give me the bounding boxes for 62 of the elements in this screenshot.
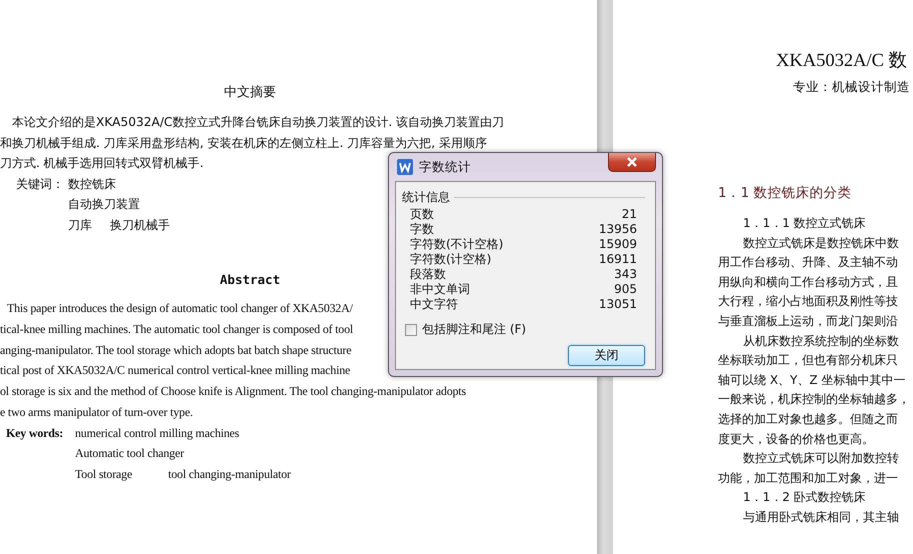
paragraph-line: e two arms manipulator of turn-over type.	[0, 404, 193, 421]
section-heading: 1．1．1 数控立式铣床	[742, 215, 866, 232]
app-icon	[397, 159, 413, 175]
dialog-title: 字数统计	[419, 158, 471, 176]
section-heading: 1．1．2 卧式数控铣床	[742, 489, 866, 506]
paragraph-line: 和换刀机械手组成. 刀库采用盘形结构, 安装在机床的左侧立柱上. 刀库容量为六把, 采用顺序	[0, 134, 487, 152]
stat-value: 15909	[598, 237, 637, 252]
paragraph-line: 本论文介绍的是XKA5032A/C数控立式升降台铣床自动换刀装置的设计. 该自动换刀装置由刀	[11, 114, 504, 131]
keywords-label: 关键词：	[16, 176, 65, 193]
stat-label: 字符数(不计空格)	[410, 237, 504, 252]
abstract-heading: Abstract	[220, 272, 280, 288]
stat-value: 13956	[598, 222, 637, 237]
paragraph-line: anging-manipulator. The tool storage which adopts bat batch shape structure	[0, 342, 352, 359]
keywords-label: Key words:	[6, 424, 64, 442]
keyword: 换刀机械手	[110, 216, 170, 234]
paragraph-line: 度更大，设备的价格也更高。	[718, 430, 874, 448]
checkbox-label: 包括脚注和尾注 (F)	[422, 322, 526, 337]
major-line: 专业：机械设计制造	[792, 78, 910, 96]
stat-label: 中文字符	[410, 297, 458, 312]
paragraph-line: 与垂直溜板上运动，而龙门架则沿	[718, 312, 898, 330]
checkbox[interactable]	[405, 324, 417, 336]
paragraph-line: 数控立式铣床可以附加数控转	[742, 450, 899, 468]
close-button[interactable]	[608, 153, 656, 172]
section-heading: 1．1 数控铣床的分类	[718, 184, 852, 203]
close-dialog-button[interactable]: 关闭	[568, 345, 645, 366]
paragraph-line: ol storage is six and the method of Choose knife is Alignment. The tool changing-manipulator adopts	[0, 383, 466, 400]
keyword: 数控铣床	[68, 176, 116, 193]
paragraph-line: 功能，加工范围和加工对象，进一	[718, 470, 898, 487]
paragraph-line: tical-knee milling machines. The automatic tool changer is composed of tool	[0, 320, 354, 338]
keyword: numerical control milling machines	[75, 424, 240, 442]
abstract-heading: 中文摘要	[224, 85, 276, 100]
keyword: Tool storage	[75, 466, 132, 483]
paragraph-line: 坐标联动加工，但也有部分机床只	[718, 352, 898, 370]
group-label: 统计信息	[402, 189, 450, 206]
stat-label: 非中文单词	[410, 282, 470, 297]
paragraph-line: 一般来说，机床控制的坐标轴越多，	[718, 391, 910, 408]
paragraph-line: 从机床数控系统控制的坐标数	[742, 332, 899, 350]
paragraph-line: 数控立式铣床是数控铣床中数	[742, 234, 899, 252]
keyword: Automatic tool changer	[75, 445, 184, 462]
paragraph-line: 轴可以绕 X、Y、Z 坐标轴中其中一	[718, 372, 906, 389]
paragraph-line: 与通用卧式铣床相同，其主轴	[742, 508, 899, 526]
paragraph-line: tical post of XKA5032A/C numerical control vertical-knee milling machine	[0, 362, 350, 380]
keyword: 刀库	[68, 216, 92, 234]
stat-value: 13051	[598, 297, 637, 312]
stat-value: 21	[622, 207, 637, 222]
close-icon	[626, 157, 638, 167]
keyword: 自动换刀装置	[68, 196, 140, 214]
stat-label: 字符数(计空格)	[410, 252, 492, 267]
paragraph-line: This paper introduces the design of automatic tool changer of XKA5032A/	[6, 300, 353, 318]
stat-label: 字数	[410, 222, 434, 237]
stat-label: 页数	[410, 207, 434, 222]
stat-value: 905	[614, 282, 637, 297]
paragraph-line: 刀方式. 机械手选用回转式双臂机械手.	[0, 155, 204, 172]
document-title: XKA5032A/C 数	[775, 50, 908, 73]
stat-value: 343	[614, 267, 637, 282]
paragraph-line: 选择的加工对象也越多。但随之而	[718, 410, 898, 428]
paragraph-line: 大行程，缩小占地面积及刚性等技	[718, 293, 898, 310]
stat-value: 16911	[598, 252, 637, 267]
paragraph-line: 用纵向和横向工作台移动方式，且	[718, 274, 898, 291]
keyword: tool changing-manipulator	[168, 466, 291, 483]
paragraph-line: 用工作台移动、升降、及主轴不动	[718, 254, 898, 272]
stat-label: 段落数	[410, 267, 446, 282]
